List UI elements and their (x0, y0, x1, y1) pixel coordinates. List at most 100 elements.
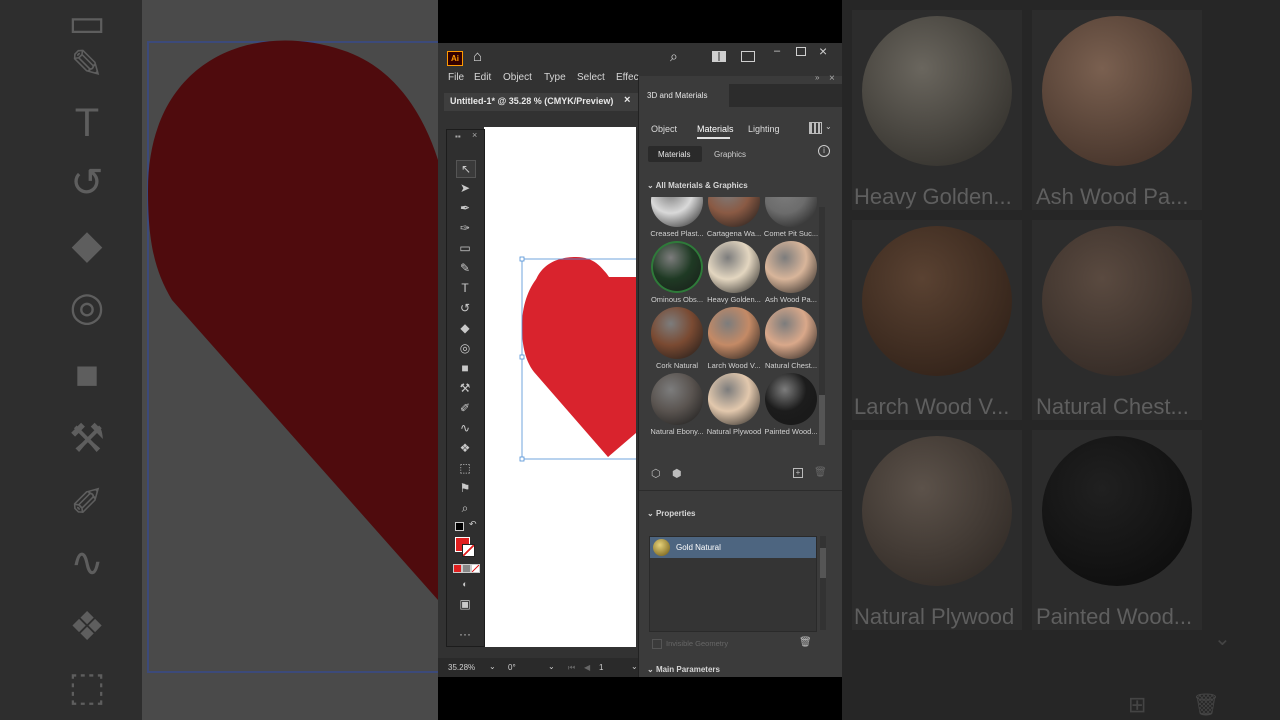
eyedropper-tool-icon[interactable]: ✐ (456, 400, 474, 416)
subtab-materials[interactable]: Materials (648, 146, 702, 162)
paintbrush-tool-icon[interactable]: ✎ (456, 260, 474, 276)
artboard-tool-icon[interactable]: ⬚ (456, 460, 474, 476)
delete-property-icon[interactable]: 🗑 (799, 637, 812, 648)
zoom-tool-icon[interactable]: ⌕ (456, 500, 474, 516)
bg-heart-shape (147, 40, 438, 673)
menu-effect[interactable]: Effec (616, 72, 639, 83)
menu-type[interactable]: Type (544, 72, 566, 83)
material-item[interactable]: Ominous Obs... (649, 241, 705, 305)
page-number[interactable]: 1 (599, 663, 603, 672)
first-page-icon[interactable]: ⏮ (568, 663, 575, 673)
search-icon[interactable]: ⌕ (670, 48, 678, 65)
close-tab-icon[interactable]: × (624, 94, 630, 106)
material-swatch (765, 241, 817, 293)
add-material-icon[interactable]: ⬡ (651, 467, 661, 480)
material-label: Ominous Obs... (650, 295, 704, 304)
menu-file[interactable]: File (448, 72, 464, 83)
menu-object[interactable]: Object (503, 72, 532, 83)
section-all-materials[interactable]: ⌄ All Materials & Graphics (647, 181, 748, 190)
menu-select[interactable]: Select (577, 72, 605, 83)
color-mode-icon[interactable] (453, 564, 462, 573)
eraser-tool-icon[interactable]: ◆ (456, 320, 474, 336)
material-item[interactable]: Painted Wood... (763, 373, 819, 437)
page-dropdown-icon[interactable]: ⌄ (631, 662, 638, 671)
tab-lighting[interactable]: Lighting (748, 124, 780, 134)
invisible-geometry-checkbox[interactable] (652, 639, 662, 649)
properties-scrollbar-thumb[interactable] (820, 548, 826, 578)
material-item[interactable]: Cork Natural (649, 307, 705, 371)
tab-object[interactable]: Object (651, 124, 677, 134)
rotation-dropdown-icon[interactable]: ⌄ (548, 662, 555, 671)
material-swatch (651, 373, 703, 425)
more-tools-icon[interactable]: ··· (456, 626, 474, 642)
material-item[interactable]: Comet Pit Suc... (763, 197, 819, 239)
info-icon[interactable]: i (818, 145, 830, 157)
delete-material-icon[interactable]: 🗑 (814, 467, 827, 478)
properties-scrollbar[interactable] (820, 536, 826, 630)
bg-sphere (1042, 16, 1192, 166)
new-material-icon[interactable]: + (793, 468, 803, 478)
rotate-tool-icon[interactable]: ↺ (456, 300, 474, 316)
blend-tool-icon[interactable]: ∿ (456, 420, 474, 436)
subtab-graphics[interactable]: Graphics (714, 150, 746, 159)
gradient-tool-icon[interactable]: ■ (456, 360, 474, 376)
direct-selection-tool-icon[interactable]: ➤ (456, 180, 474, 196)
materials-scrollbar-track[interactable] (819, 207, 825, 445)
material-item[interactable]: Ash Wood Pa... (763, 241, 819, 305)
type-tool-icon[interactable]: T (456, 280, 474, 296)
material-item[interactable]: Natural Chest... (763, 307, 819, 371)
document-tab[interactable]: Untitled-1* @ 35.28 % (CMYK/Preview) × (444, 93, 638, 111)
mesh-tool-icon[interactable]: ⚒ (456, 380, 474, 396)
materials-scrollbar-thumb[interactable] (819, 395, 825, 445)
artboard-canvas[interactable] (484, 127, 636, 647)
render-settings-icon[interactable] (809, 122, 822, 134)
toolbar-close-icon[interactable]: × (472, 130, 477, 140)
maximize-icon[interactable] (796, 47, 806, 56)
pen-tool-icon[interactable]: ✒ (456, 200, 474, 216)
close-window-icon[interactable]: × (819, 43, 827, 59)
section-all-label: All Materials & Graphics (655, 181, 748, 190)
material-item[interactable]: Natural Plywood (706, 373, 762, 437)
panel-close-icon[interactable]: × (829, 73, 835, 84)
gradient-mode-icon[interactable] (462, 564, 471, 573)
drawing-modes-icon[interactable]: ◐ (456, 576, 474, 592)
zoom-dropdown-icon[interactable]: ⌄ (489, 662, 496, 671)
toolbar-grip-icon[interactable]: ▪▪ (455, 132, 461, 141)
material-item[interactable]: Cartagena Wa... (706, 197, 762, 239)
material-swatch (765, 197, 817, 227)
bg-sphere (1042, 436, 1192, 586)
arrange-docs-icon[interactable] (712, 51, 726, 62)
curvature-tool-icon[interactable]: ✑ (456, 220, 474, 236)
swap-colors-icon[interactable]: ↶ (469, 519, 477, 530)
symbol-sprayer-tool-icon[interactable]: ❖ (456, 440, 474, 456)
screen-mode-icon[interactable]: ▣ (456, 596, 474, 612)
rectangle-tool-icon[interactable]: ▭ (456, 240, 474, 256)
stroke-color-swatch[interactable] (462, 544, 475, 557)
home-icon[interactable]: ⌂ (473, 48, 482, 65)
render-dropdown-icon[interactable]: ⌄ (825, 122, 832, 131)
menu-edit[interactable]: Edit (474, 72, 491, 83)
section-properties[interactable]: ⌄ Properties (647, 509, 696, 518)
duplicate-material-icon[interactable]: ⬢ (672, 467, 682, 480)
selection-tool-icon[interactable]: ↖ (456, 160, 476, 178)
workspace-icon[interactable] (741, 51, 755, 62)
rotation-value[interactable]: 0° (508, 663, 516, 672)
zoom-level[interactable]: 35.28% (448, 663, 475, 672)
panel-tab[interactable]: 3D and Materials (639, 84, 729, 107)
slice-tool-icon[interactable]: ⚑ (456, 480, 474, 496)
material-item[interactable]: Larch Wood V... (706, 307, 762, 371)
lasso-tool-icon[interactable]: ◎ (456, 340, 474, 356)
default-colors-icon[interactable] (455, 522, 464, 531)
bg-material-cell (852, 430, 1022, 630)
prev-page-icon[interactable]: ◀ (584, 663, 590, 672)
minimize-icon[interactable]: – (774, 45, 780, 57)
section-main-parameters[interactable]: ⌄ Main Parameters (647, 665, 720, 674)
heart-artwork[interactable] (484, 127, 636, 647)
material-item[interactable]: Creased Plast... (649, 197, 705, 239)
panel-collapse-icon[interactable]: » (815, 73, 819, 82)
none-mode-icon[interactable] (471, 564, 480, 573)
material-item[interactable]: Heavy Golden... (706, 241, 762, 305)
material-item[interactable]: Natural Ebony... (649, 373, 705, 437)
selected-material-row[interactable]: Gold Natural (650, 537, 816, 558)
tab-materials[interactable]: Materials (697, 124, 734, 134)
